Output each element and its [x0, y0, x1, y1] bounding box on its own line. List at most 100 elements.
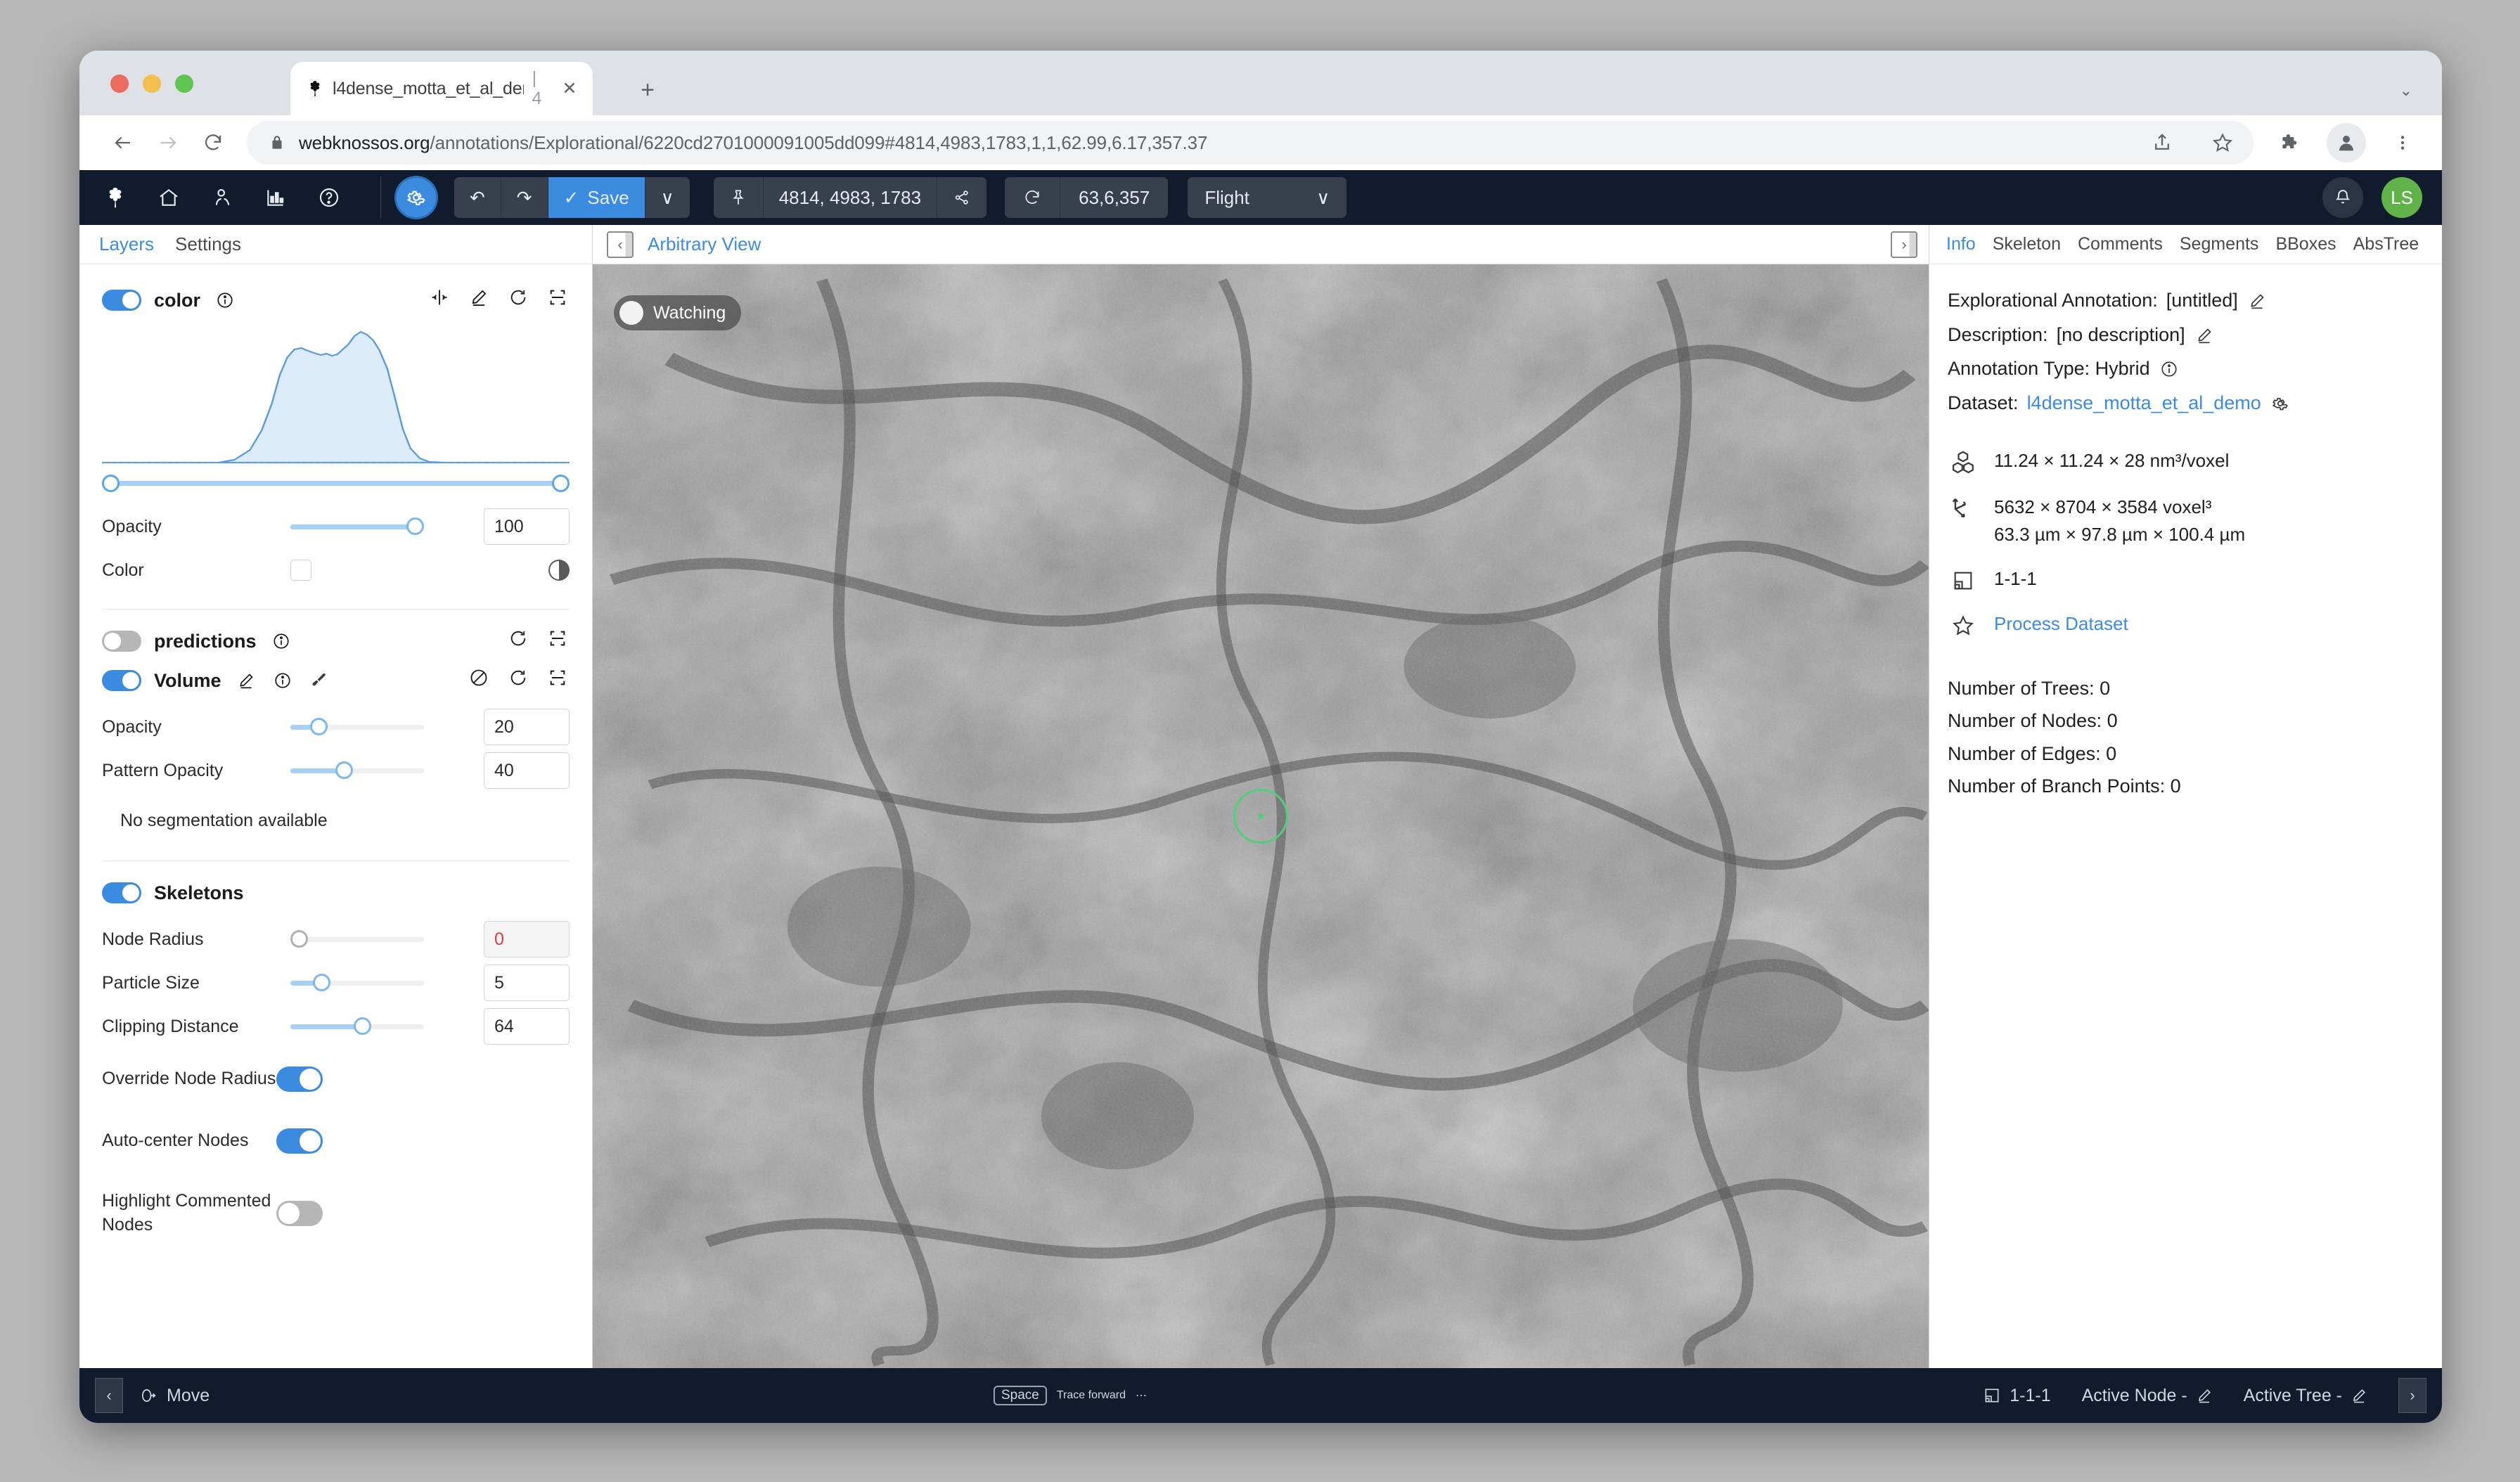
tab-abstree[interactable]: AbsTree: [2353, 234, 2419, 254]
forward-button[interactable]: [146, 120, 191, 165]
tab-comments[interactable]: Comments: [2078, 234, 2163, 254]
minimize-window-button[interactable]: [143, 75, 161, 93]
volume-opacity-slider[interactable]: [290, 715, 424, 739]
volume-opacity-value[interactable]: 20: [484, 709, 570, 745]
tab-layers[interactable]: Layers: [99, 233, 154, 255]
share-position-button[interactable]: [937, 177, 987, 218]
edit-pencil-icon[interactable]: [2246, 290, 2268, 311]
slider-knob[interactable]: [313, 974, 330, 991]
collapse-right-panel-button[interactable]: ›: [1891, 231, 1917, 258]
histogram-clip-icon[interactable]: [428, 285, 451, 309]
maximize-window-button[interactable]: [175, 75, 193, 93]
statistics-icon[interactable]: [259, 181, 292, 214]
more-shortcuts-icon[interactable]: ⋯: [1136, 1388, 1147, 1403]
disable-icon[interactable]: [467, 666, 491, 690]
dataset-link[interactable]: l4dense_motta_et_al_demo: [2027, 388, 2261, 419]
slider-knob[interactable]: [335, 761, 353, 779]
fit-to-bounding-box-icon[interactable]: [546, 285, 570, 309]
tool-mode-indicator[interactable]: Move: [139, 1386, 210, 1406]
edit-pencil-icon[interactable]: [2351, 1387, 2367, 1404]
edit-pencil-icon[interactable]: [2194, 325, 2215, 346]
info-icon[interactable]: [269, 629, 293, 653]
clipping-distance-slider[interactable]: [290, 1014, 424, 1038]
pin-position-button[interactable]: [713, 177, 764, 218]
browser-tab[interactable]: l4dense_motta_et_al_demo | 4 ✕: [290, 62, 593, 115]
collapse-left-panel-button[interactable]: ‹: [607, 231, 634, 258]
tab-info[interactable]: Info: [1946, 234, 1976, 254]
reload-icon[interactable]: [506, 285, 530, 309]
em-viewport[interactable]: Watching: [593, 264, 1929, 1368]
volume-layer-toggle[interactable]: [102, 670, 141, 691]
highlight-commented-nodes-toggle[interactable]: [276, 1201, 323, 1226]
share-icon[interactable]: [2144, 124, 2180, 161]
position-input[interactable]: 4814, 4983, 1783: [763, 177, 938, 218]
tab-settings[interactable]: Settings: [175, 233, 241, 255]
pattern-opacity-slider[interactable]: [290, 759, 424, 782]
brush-icon[interactable]: [307, 669, 331, 692]
node-radius-slider[interactable]: [290, 927, 424, 951]
statusbar-collapse-left-button[interactable]: ‹: [95, 1378, 123, 1413]
redo-button[interactable]: ↷: [501, 177, 548, 218]
browser-menu-icon[interactable]: [2384, 124, 2421, 161]
color-layer-toggle[interactable]: [102, 290, 141, 311]
invert-contrast-icon[interactable]: [548, 560, 570, 581]
info-icon[interactable]: [271, 669, 295, 692]
gear-icon[interactable]: [2270, 393, 2291, 414]
reload-button[interactable]: [191, 120, 236, 165]
statusbar-expand-right-button[interactable]: ›: [2398, 1378, 2426, 1413]
fit-to-bounding-box-icon[interactable]: [546, 666, 570, 690]
override-node-radius-toggle[interactable]: [276, 1067, 323, 1092]
rotation-input[interactable]: 63,6,357: [1060, 177, 1169, 218]
color-opacity-slider[interactable]: [290, 515, 424, 539]
chevron-down-icon[interactable]: ⌄: [2400, 82, 2412, 100]
tab-segments[interactable]: Segments: [2180, 234, 2259, 254]
slider-knob[interactable]: [406, 517, 424, 535]
user-avatar[interactable]: LS: [2381, 177, 2422, 218]
edit-pencil-icon[interactable]: [2196, 1387, 2213, 1404]
skeletons-toggle[interactable]: [102, 882, 141, 903]
edit-pencil-icon[interactable]: [234, 669, 258, 692]
clipping-distance-value[interactable]: 64: [484, 1008, 570, 1045]
back-button[interactable]: [101, 120, 146, 165]
tracing-settings-button[interactable]: [397, 178, 436, 217]
fit-to-bounding-box-icon[interactable]: [546, 626, 570, 650]
address-bar[interactable]: webknossos.org/annotations/Explorational…: [247, 121, 2254, 165]
help-icon[interactable]: [313, 181, 345, 214]
reload-icon[interactable]: [506, 666, 530, 690]
close-icon[interactable]: ✕: [558, 77, 581, 101]
slider-knob[interactable]: [290, 930, 308, 948]
pattern-opacity-value[interactable]: 40: [484, 752, 570, 789]
predictions-layer-toggle[interactable]: [102, 631, 141, 652]
particle-size-slider[interactable]: [290, 971, 424, 995]
reload-icon[interactable]: [506, 626, 530, 650]
undo-button[interactable]: ↶: [454, 177, 501, 218]
slider-knob[interactable]: [310, 718, 328, 735]
range-knob-max[interactable]: [552, 475, 570, 492]
close-window-button[interactable]: [110, 75, 129, 93]
webknossos-clover-logo[interactable]: [99, 181, 131, 214]
auto-center-nodes-toggle[interactable]: [276, 1128, 323, 1154]
home-icon[interactable]: [153, 181, 185, 214]
particle-size-value[interactable]: 5: [484, 965, 570, 1001]
save-dropdown-button[interactable]: ∨: [645, 177, 690, 218]
tab-bboxes[interactable]: BBoxes: [2275, 234, 2336, 254]
edit-pencil-icon[interactable]: [467, 285, 491, 309]
process-dataset-link[interactable]: Process Dataset: [1994, 610, 2128, 638]
histogram-range-slider[interactable]: [102, 471, 570, 495]
info-icon[interactable]: [213, 288, 237, 312]
notifications-bell-icon[interactable]: [2322, 177, 2363, 218]
viewmode-select[interactable]: Flight ∨: [1188, 177, 1347, 218]
reset-rotation-button[interactable]: [1005, 177, 1061, 218]
color-opacity-value[interactable]: 100: [484, 508, 570, 545]
extensions-puzzle-icon[interactable]: [2272, 124, 2308, 161]
watching-badge[interactable]: Watching: [614, 295, 742, 330]
bookmark-star-icon[interactable]: [2204, 124, 2241, 161]
range-knob-min[interactable]: [102, 475, 120, 492]
info-icon[interactable]: [2159, 359, 2180, 380]
tab-skeleton[interactable]: Skeleton: [1993, 234, 2061, 254]
slider-knob[interactable]: [354, 1017, 371, 1035]
new-tab-button[interactable]: +: [635, 77, 660, 103]
color-swatch[interactable]: [290, 560, 311, 581]
save-button[interactable]: ✓ Save: [548, 177, 645, 218]
users-icon[interactable]: [206, 181, 238, 214]
